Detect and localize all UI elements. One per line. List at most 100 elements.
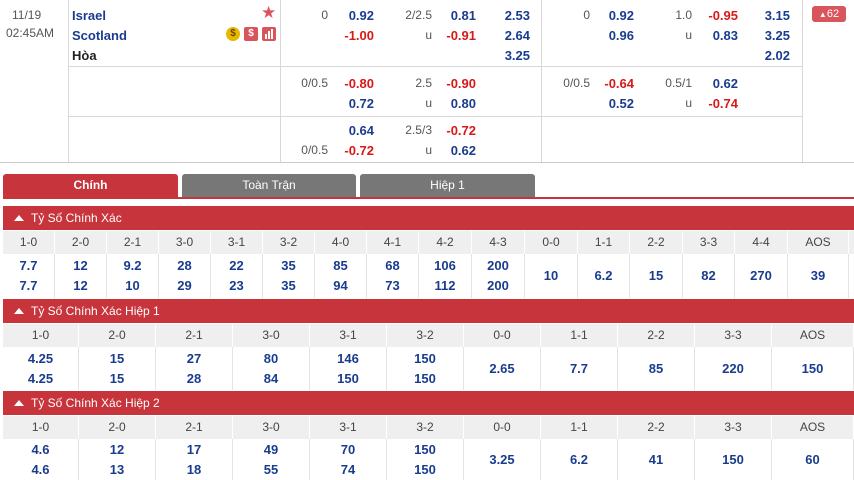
score-odds-cell[interactable]: 270	[735, 254, 788, 298]
score-odds-cell[interactable]: 6.2	[541, 439, 618, 480]
score-odds-cell[interactable]: 39	[788, 254, 849, 298]
ft-hdp-home-3[interactable]: 0.64	[334, 123, 374, 138]
score-odds-value[interactable]: 200	[472, 276, 524, 296]
score-odds-value[interactable]: 150	[387, 349, 463, 369]
score-odds-cell[interactable]: 85 94	[315, 254, 367, 298]
ft-ou-over-3[interactable]: -0.72	[436, 123, 476, 138]
tab-half-1[interactable]: Hiệp 1	[360, 174, 535, 197]
score-odds-cell[interactable]: 49 55	[233, 439, 310, 480]
score-odds-value[interactable]: 68	[367, 256, 418, 276]
score-odds-cell[interactable]: 2.65	[464, 347, 541, 390]
score-odds-cell[interactable]: 17 18	[156, 439, 233, 480]
score-odds-cell[interactable]: 22 23	[211, 254, 263, 298]
score-odds-value[interactable]: 49	[233, 440, 309, 460]
h1-1x2-away[interactable]: 3.25	[750, 28, 790, 43]
score-odds-value[interactable]: 150	[310, 369, 386, 389]
score-odds-value[interactable]: 112	[419, 276, 471, 296]
h1-ou-over[interactable]: -0.95	[696, 8, 738, 23]
score-odds-value[interactable]: 70	[310, 440, 386, 460]
score-odds-value[interactable]: 7.7	[3, 276, 54, 296]
score-odds-value[interactable]: 60	[772, 450, 853, 470]
ft-ou-under-2[interactable]: 0.80	[436, 96, 476, 111]
score-odds-value[interactable]: 41	[618, 450, 694, 470]
ft-hdp-away-3[interactable]: -0.72	[334, 143, 374, 158]
score-odds-value[interactable]: 29	[159, 276, 210, 296]
ft-hdp-away[interactable]: -1.00	[334, 28, 374, 43]
score-odds-value[interactable]: 4.25	[3, 349, 78, 369]
ft-ou-under-3[interactable]: 0.62	[436, 143, 476, 158]
score-odds-cell[interactable]: 150 150	[387, 347, 464, 390]
score-odds-value[interactable]: 28	[159, 256, 210, 276]
score-odds-cell[interactable]: 220	[695, 347, 772, 390]
score-odds-value[interactable]: 4.25	[3, 369, 78, 389]
score-odds-cell[interactable]: 60	[772, 439, 854, 480]
score-odds-cell[interactable]: 70 74	[310, 439, 387, 480]
h1-ou-under-2[interactable]: -0.74	[696, 96, 738, 111]
score-odds-value[interactable]: 270	[735, 266, 787, 286]
score-odds-cell[interactable]: 9.2 10	[107, 254, 159, 298]
h1-hdp-away[interactable]: 0.96	[594, 28, 634, 43]
score-odds-value[interactable]: 35	[263, 256, 314, 276]
score-odds-cell[interactable]: 150	[772, 347, 854, 390]
h1-1x2-draw[interactable]: 2.02	[750, 48, 790, 63]
more-odds-badge[interactable]: ▲62	[812, 6, 846, 22]
score-odds-value[interactable]: 74	[310, 460, 386, 480]
score-odds-value[interactable]: 6.2	[541, 450, 617, 470]
score-odds-value[interactable]: 7.7	[3, 256, 54, 276]
stats-icon[interactable]	[262, 27, 276, 41]
score-odds-cell[interactable]: 80 84	[233, 347, 310, 390]
score-odds-value[interactable]: 12	[79, 440, 155, 460]
score-odds-cell[interactable]: 4.25 4.25	[3, 347, 79, 390]
score-odds-value[interactable]: 150	[387, 369, 463, 389]
score-odds-value[interactable]: 13	[79, 460, 155, 480]
ft-hdp-home-2[interactable]: -0.80	[334, 76, 374, 91]
score-odds-cell[interactable]: 15	[630, 254, 683, 298]
ft-1x2-draw[interactable]: 3.25	[490, 48, 530, 63]
score-odds-value[interactable]: 17	[156, 440, 232, 460]
score-odds-value[interactable]: 150	[387, 440, 463, 460]
score-odds-value[interactable]: 4.6	[3, 440, 78, 460]
score-odds-value[interactable]: 2.65	[464, 359, 540, 379]
score-odds-cell[interactable]: 15 15	[79, 347, 156, 390]
ft-1x2-home[interactable]: 2.53	[490, 8, 530, 23]
dollar-icon[interactable]: $	[244, 27, 258, 41]
score-odds-value[interactable]: 23	[211, 276, 262, 296]
away-team[interactable]: Scotland	[72, 28, 127, 43]
coin-icon[interactable]: $	[226, 27, 240, 41]
score-odds-value[interactable]: 18	[156, 460, 232, 480]
score-odds-cell[interactable]: 7.7 7.7	[3, 254, 55, 298]
score-odds-cell[interactable]: 4.6 4.6	[3, 439, 79, 480]
h1-hdp-away-2[interactable]: 0.52	[594, 96, 634, 111]
ft-hdp-away-2[interactable]: 0.72	[334, 96, 374, 111]
score-odds-cell[interactable]: 150	[695, 439, 772, 480]
collapse-arrow-icon[interactable]	[14, 215, 24, 221]
h1-hdp-home[interactable]: 0.92	[594, 8, 634, 23]
score-odds-value[interactable]: 15	[79, 369, 155, 389]
score-odds-value[interactable]: 9.2	[107, 256, 158, 276]
tab-main[interactable]: Chính	[3, 174, 178, 197]
score-odds-value[interactable]: 80	[233, 349, 309, 369]
collapse-arrow-icon[interactable]	[14, 308, 24, 314]
score-odds-value[interactable]: 150	[772, 359, 853, 379]
score-odds-cell[interactable]: 12 12	[55, 254, 107, 298]
score-odds-value[interactable]: 150	[387, 460, 463, 480]
score-odds-value[interactable]: 106	[419, 256, 471, 276]
score-odds-value[interactable]: 84	[233, 369, 309, 389]
score-odds-value[interactable]: 4.6	[3, 460, 78, 480]
score-odds-cell[interactable]: 35 35	[263, 254, 315, 298]
h1-hdp-home-2[interactable]: -0.64	[594, 76, 634, 91]
score-odds-value[interactable]: 150	[695, 450, 771, 470]
score-odds-cell[interactable]: 82	[683, 254, 735, 298]
score-odds-value[interactable]: 3.25	[464, 450, 540, 470]
score-odds-value[interactable]: 85	[315, 256, 366, 276]
ft-ou-under[interactable]: -0.91	[436, 28, 476, 43]
section-header-correct-score[interactable]: Tỷ Số Chính Xác	[3, 206, 854, 230]
score-odds-value[interactable]: 35	[263, 276, 314, 296]
score-odds-cell[interactable]: 85	[618, 347, 695, 390]
score-odds-value[interactable]: 28	[156, 369, 232, 389]
score-odds-value[interactable]: 12	[55, 256, 106, 276]
h1-1x2-home[interactable]: 3.15	[750, 8, 790, 23]
section-header-correct-score-h2[interactable]: Tỷ Số Chính Xác Hiệp 2	[3, 391, 854, 415]
score-odds-value[interactable]: 22	[211, 256, 262, 276]
score-odds-cell[interactable]: 7.7	[541, 347, 618, 390]
